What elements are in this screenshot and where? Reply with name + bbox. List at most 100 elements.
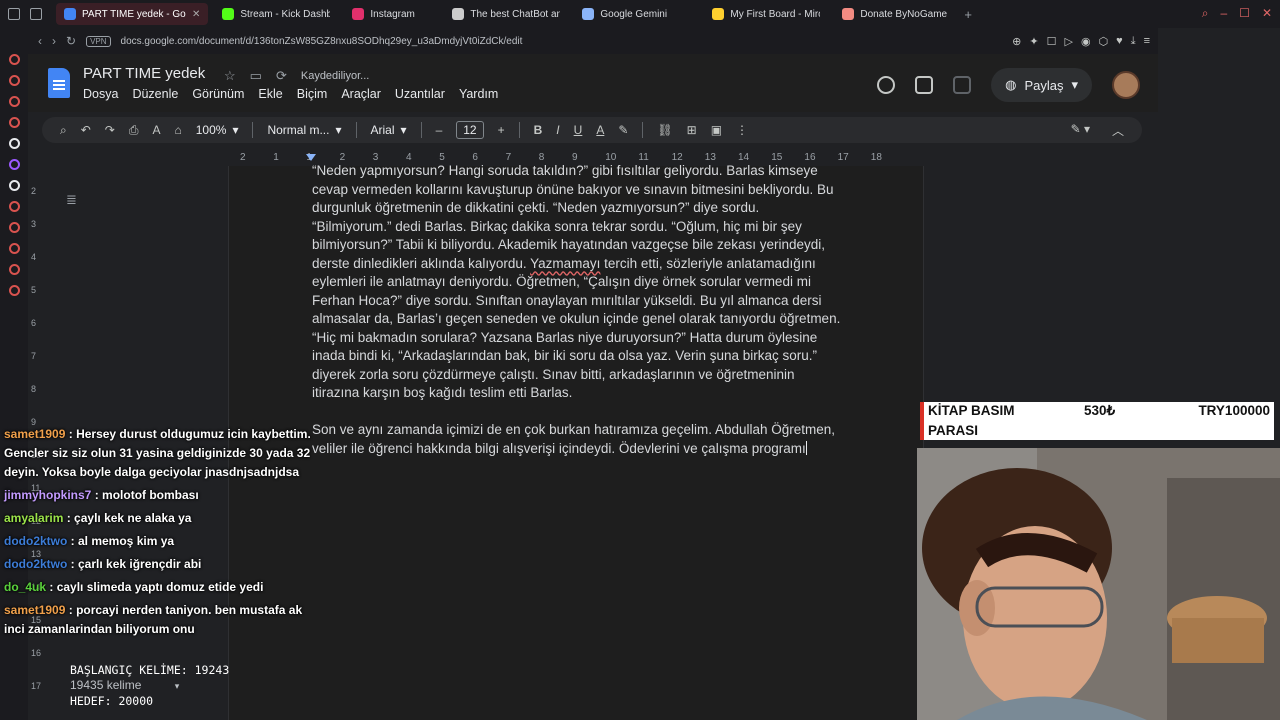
forward-icon[interactable]: › <box>52 34 56 48</box>
instagram-icon[interactable] <box>8 96 20 107</box>
undo-icon[interactable]: ↶ <box>81 123 91 137</box>
document-outline-icon[interactable]: ≣ <box>66 192 77 208</box>
underline-icon[interactable]: U <box>574 123 583 137</box>
text-color-icon[interactable]: A <box>596 123 604 137</box>
italic-icon[interactable]: I <box>556 123 559 137</box>
reload-icon[interactable]: ↻ <box>66 34 76 48</box>
tab-overview-icon[interactable] <box>30 8 42 20</box>
camera-icon[interactable]: ◉ <box>1081 35 1091 48</box>
search-menus-icon[interactable]: ⌕ <box>60 123 67 138</box>
document-title[interactable]: PART TIME yedek <box>83 65 205 82</box>
extensions-icon[interactable]: ⬡ <box>1099 35 1109 48</box>
url-field[interactable]: docs.google.com/document/d/136tonZsW85GZ… <box>121 36 523 47</box>
menu-item[interactable]: Görünüm <box>192 87 244 101</box>
comments-icon[interactable] <box>915 76 934 94</box>
chat-separator: : <box>63 511 75 525</box>
browser-tab[interactable]: Google Gemini <box>574 3 698 25</box>
word-count-badge[interactable]: 19435 kelime ▾ <box>70 678 229 694</box>
increase-font-icon[interactable]: + <box>498 123 505 137</box>
misspelled-word[interactable]: Yazmamayı <box>530 256 600 271</box>
chat-text: molotof bombası <box>102 488 199 502</box>
account-avatar[interactable] <box>1112 71 1140 99</box>
menu-item[interactable]: Yardım <box>459 87 498 101</box>
chat-username[interactable]: do_4uk <box>4 580 46 594</box>
document-body[interactable]: “Neden yapmıyorsun? Hangi soruda takıldı… <box>312 162 842 477</box>
editing-mode-icon[interactable]: ✎ ▾ <box>1071 122 1090 139</box>
browser-tab[interactable]: My First Board - Miro <box>704 3 828 25</box>
vpn-badge[interactable]: VPN <box>86 35 111 47</box>
indent-marker-icon[interactable] <box>306 154 316 161</box>
font-size-field[interactable]: 12 <box>456 121 484 139</box>
menu-bar: Dosya Düzenle Görünüm Ekle Biçim Araçlar Uzant… <box>83 87 498 101</box>
style-select[interactable]: Normal m... ▾ <box>267 123 341 137</box>
bookmark-icon[interactable]: ☐ <box>1047 35 1057 48</box>
star-icon[interactable]: ☆ <box>224 68 236 84</box>
chat-username[interactable]: dodo2ktwo <box>4 534 67 548</box>
insert-image-icon[interactable]: ▣ <box>711 123 722 137</box>
menu-item[interactable]: Biçim <box>297 87 328 101</box>
play-icon[interactable]: ▷ <box>1064 35 1072 48</box>
heart-icon[interactable]: ♥ <box>1116 35 1123 48</box>
redo-icon[interactable]: ↷ <box>105 123 115 137</box>
menu-item[interactable]: Düzenle <box>132 87 178 101</box>
menu-item[interactable]: Ekle <box>258 87 282 101</box>
messenger-icon[interactable] <box>8 54 20 65</box>
clock-icon[interactable] <box>8 243 20 254</box>
meet-icon[interactable] <box>953 76 972 94</box>
spellcheck-icon[interactable]: A <box>152 123 160 137</box>
more-options-icon[interactable]: ⋮ <box>736 123 748 137</box>
decrease-font-icon[interactable]: – <box>436 123 443 137</box>
pin-icon[interactable]: ✦ <box>1029 35 1038 48</box>
browser-tab[interactable]: Stream - Kick Dashbo <box>214 3 338 25</box>
print-icon[interactable]: ⎙ <box>129 123 139 138</box>
back-icon[interactable]: ‹ <box>38 34 42 48</box>
menu-item[interactable]: Dosya <box>83 87 118 101</box>
chat-text: al memoş kim ya <box>78 534 175 548</box>
toolbar-divider <box>355 122 357 138</box>
sidebar-settings-icon[interactable] <box>8 285 20 296</box>
highlight-icon[interactable]: ✎ <box>618 123 628 137</box>
close-tab-icon[interactable]: ✕ <box>192 9 200 20</box>
chevron-down-icon[interactable]: ▾ <box>1071 77 1078 93</box>
chat-username[interactable]: jimmyhopkins7 <box>4 488 91 502</box>
minimize-icon[interactable]: – <box>1220 6 1227 21</box>
close-window-icon[interactable]: ✕ <box>1262 6 1272 21</box>
zoom-select[interactable]: 100% ▾ <box>196 123 239 137</box>
chat-username[interactable]: samet1909 <box>4 603 65 617</box>
search-tabs-icon[interactable]: ⌕ <box>1202 6 1209 21</box>
chat-username[interactable]: samet1909 <box>4 427 65 441</box>
notes-icon[interactable] <box>8 264 20 275</box>
pinboard-icon[interactable] <box>8 222 20 233</box>
chat-username[interactable]: amyalarim <box>4 511 63 525</box>
maximize-icon[interactable]: ☐ <box>1239 6 1250 21</box>
paint-format-icon[interactable]: ⌂ <box>174 123 181 137</box>
version-history-icon[interactable] <box>877 76 896 94</box>
link-icon[interactable]: ⛓ <box>657 123 672 137</box>
browser-tab[interactable]: PART TIME yedek - Goog ✕ <box>56 3 209 25</box>
whatsapp-icon[interactable] <box>8 75 20 86</box>
player-icon[interactable] <box>8 201 20 212</box>
x-icon[interactable] <box>8 180 20 191</box>
move-folder-icon[interactable]: ▭ <box>250 68 262 84</box>
browser-tab[interactable]: Donate ByNoGame - Geli <box>834 3 958 25</box>
download-icon[interactable]: ⤓ <box>1131 35 1136 48</box>
menu-item[interactable]: Araçlar <box>341 87 381 101</box>
zoom-icon[interactable]: ⊕ <box>1012 35 1021 48</box>
browser-tab[interactable]: Instagram <box>344 3 438 25</box>
tiktok-icon[interactable] <box>8 138 20 149</box>
settings-icon[interactable]: ≡ <box>1144 35 1150 48</box>
twitch-icon[interactable] <box>8 159 20 170</box>
docs-logo-icon[interactable] <box>48 68 70 98</box>
goal-label-line2: PARASI <box>928 423 979 438</box>
menu-item[interactable]: Uzantılar <box>395 87 445 101</box>
vk-icon[interactable] <box>8 117 20 128</box>
new-tab-icon[interactable]: + <box>964 7 972 22</box>
chat-username[interactable]: dodo2ktwo <box>4 557 67 571</box>
font-select[interactable]: Arial ▾ <box>371 123 407 137</box>
collapse-menu-icon[interactable]: ︿ <box>1112 122 1124 139</box>
bold-icon[interactable]: B <box>534 123 543 137</box>
share-button[interactable]: ◍ Paylaş ▾ <box>991 68 1092 102</box>
add-comment-icon[interactable]: ⊞ <box>687 123 697 137</box>
browser-menu-icon[interactable] <box>8 8 20 20</box>
browser-tab[interactable]: The best ChatBot and W <box>444 3 568 25</box>
